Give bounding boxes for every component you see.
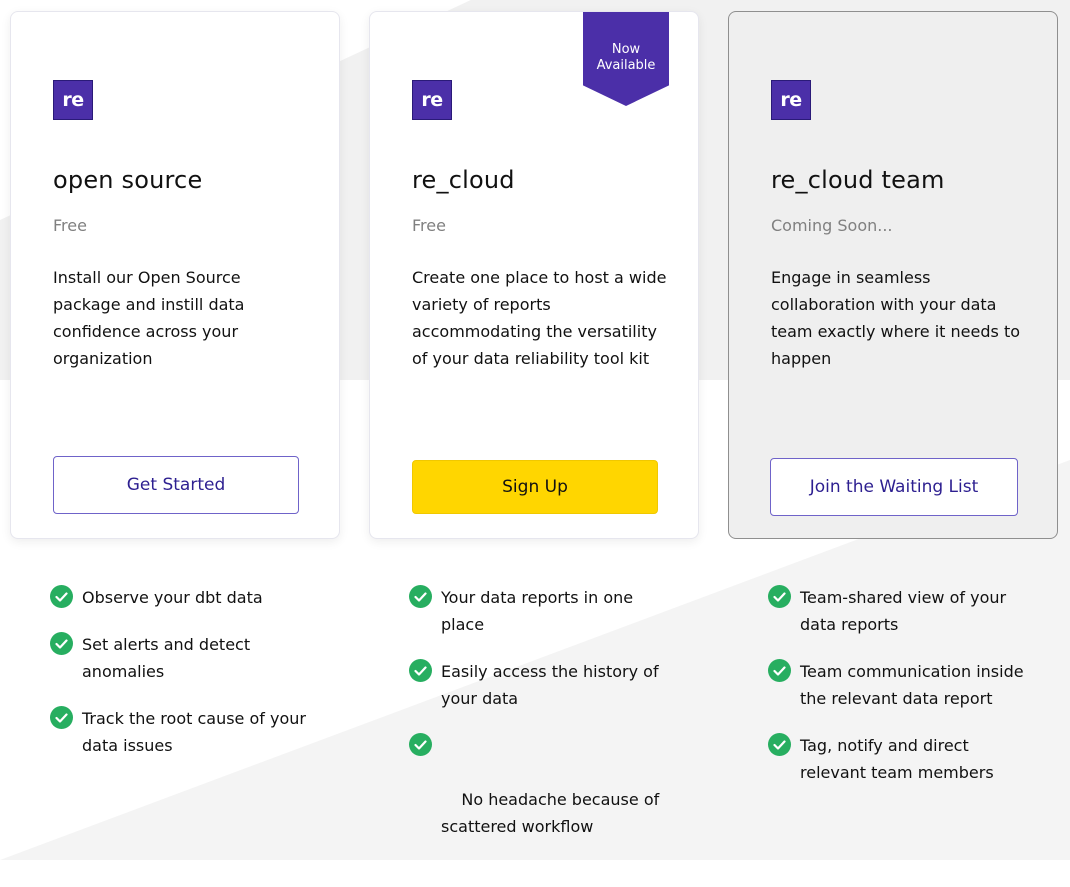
list-item: Team-shared view of your data reports bbox=[768, 584, 1038, 638]
check-circle-icon bbox=[409, 585, 432, 608]
plan-card-re-cloud-team: re re_cloud team Coming Soon... Engage i… bbox=[728, 11, 1058, 539]
plan-description: Engage in seamless collaboration with yo… bbox=[771, 268, 1020, 368]
list-item: No headache because of scattered workflo… bbox=[409, 732, 679, 867]
sign-up-button[interactable]: Sign Up bbox=[412, 460, 658, 514]
plan-description: Create one place to host a wide variety … bbox=[412, 268, 667, 368]
check-circle-icon bbox=[768, 585, 791, 608]
plan-title: re_cloud team bbox=[771, 166, 945, 194]
plan-card-open-source: re open source Free Install our Open Sou… bbox=[10, 11, 340, 539]
re-logo-icon: re bbox=[53, 80, 93, 120]
list-item: Set alerts and detect anomalies bbox=[50, 631, 320, 685]
plan-description: Install our Open Source package and inst… bbox=[53, 268, 245, 368]
get-started-button[interactable]: Get Started bbox=[53, 456, 299, 514]
list-item: Tag, notify and direct relevant team mem… bbox=[768, 732, 1038, 786]
check-circle-icon bbox=[50, 706, 73, 729]
check-circle-icon bbox=[50, 632, 73, 655]
plan-title: re_cloud bbox=[412, 166, 515, 194]
ribbon-line-1: Now bbox=[611, 42, 641, 57]
join-waiting-list-button[interactable]: Join the Waiting List bbox=[770, 458, 1018, 516]
feature-list-re-cloud-team: Team-shared view of your data reports Te… bbox=[768, 584, 1038, 806]
plan-title: open source bbox=[53, 166, 203, 194]
plan-price: Coming Soon... bbox=[771, 216, 893, 235]
check-circle-icon bbox=[409, 733, 432, 756]
list-item: Your data reports in one place bbox=[409, 584, 679, 638]
plan-card-re-cloud: Now Available re re_cloud Free Create on… bbox=[369, 11, 699, 539]
plan-price: Free bbox=[53, 216, 87, 235]
list-item: Easily access the history of your data bbox=[409, 658, 679, 712]
list-item: Team communication inside the relevant d… bbox=[768, 658, 1038, 712]
plan-price: Free bbox=[412, 216, 446, 235]
check-circle-icon bbox=[50, 585, 73, 608]
re-logo-icon: re bbox=[771, 80, 811, 120]
re-logo-icon: re bbox=[412, 80, 452, 120]
list-item: Observe your dbt data bbox=[50, 584, 320, 611]
check-circle-icon bbox=[409, 659, 432, 682]
feature-list-open-source: Observe your dbt data Set alerts and det… bbox=[50, 584, 320, 779]
list-item: Track the root cause of your data issues bbox=[50, 705, 320, 759]
feature-list-re-cloud: Your data reports in one place Easily ac… bbox=[409, 584, 679, 887]
ribbon-line-2: Available bbox=[596, 58, 656, 73]
now-available-ribbon: Now Available bbox=[583, 12, 669, 106]
check-circle-icon bbox=[768, 659, 791, 682]
check-circle-icon bbox=[768, 733, 791, 756]
